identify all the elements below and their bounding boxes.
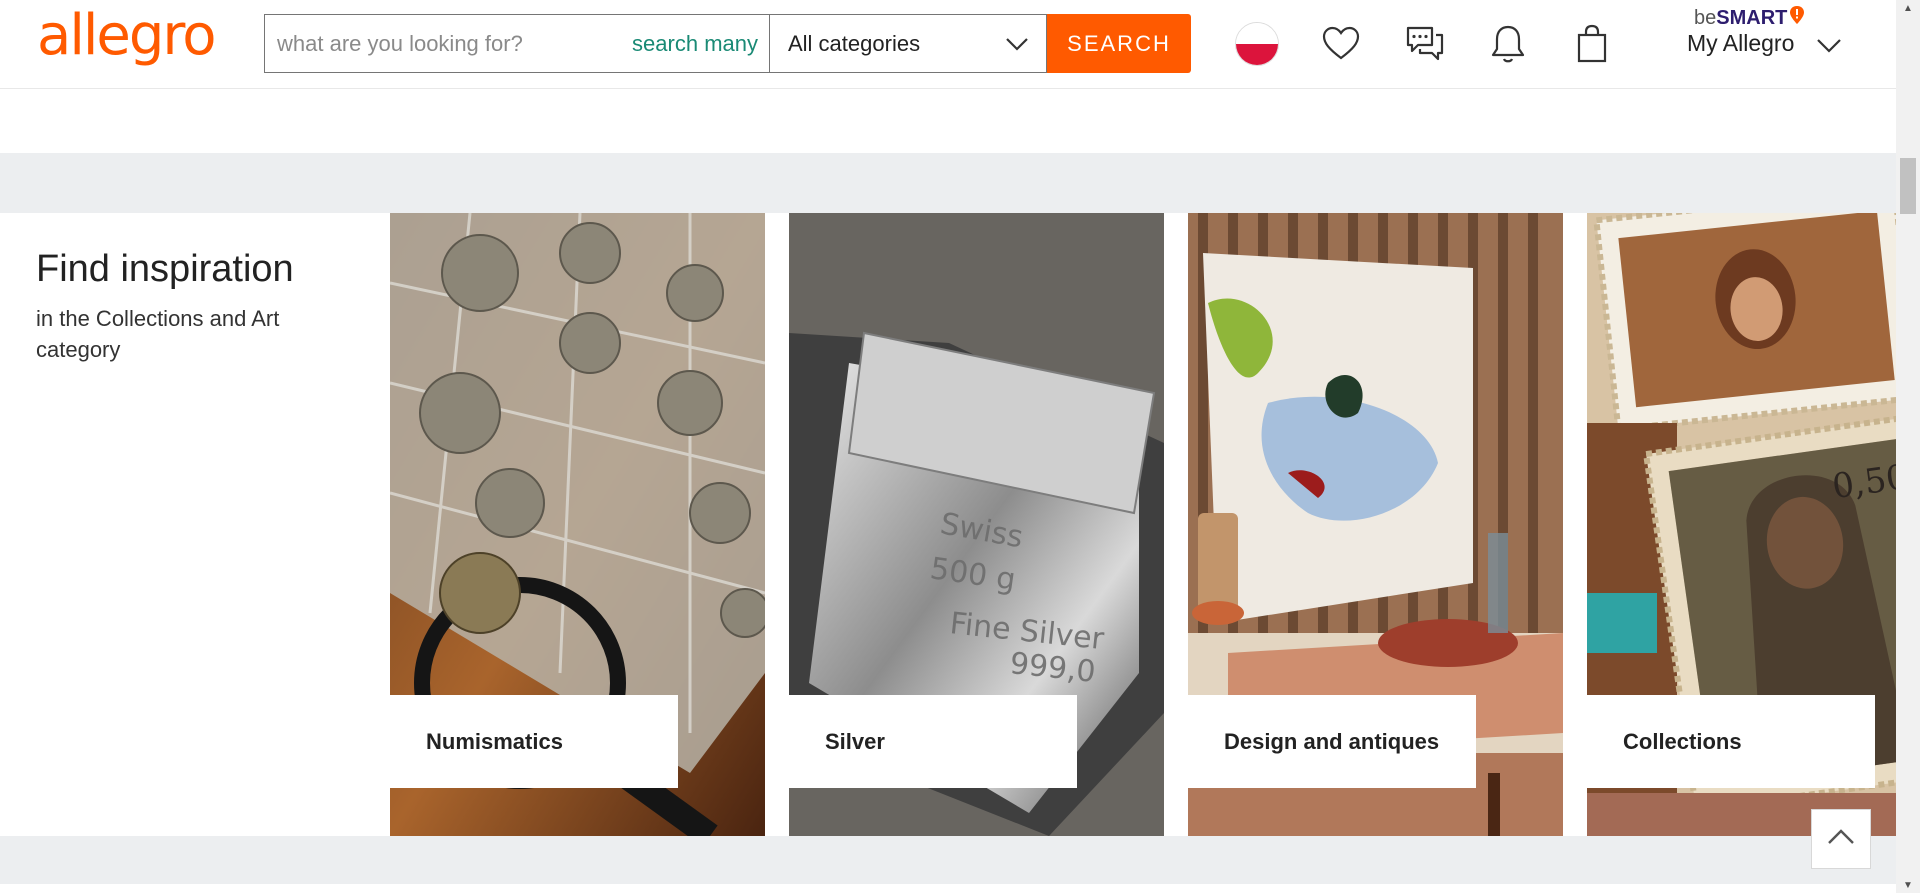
scrollbar-thumb[interactable]	[1900, 158, 1916, 214]
my-allegro-menu[interactable]: My Allegro	[1687, 30, 1794, 57]
search-button[interactable]: SEARCH	[1047, 14, 1191, 73]
search-input[interactable]	[265, 15, 633, 72]
category-tile-design-and-antiques[interactable]: Design and antiques	[1188, 213, 1563, 836]
chevron-down-icon[interactable]	[1815, 32, 1843, 63]
besmart-badge[interactable]: be SMART	[1694, 5, 1805, 31]
chevron-down-icon	[1004, 31, 1030, 63]
tile-label: Collections	[1587, 695, 1875, 788]
section-divider-top	[0, 153, 1896, 213]
tile-label: Design and antiques	[1188, 695, 1476, 788]
category-dropdown[interactable]: All categories	[769, 14, 1047, 73]
section-subtitle: in the Collections and Art category	[36, 306, 280, 362]
section-title: Find inspiration	[36, 248, 294, 290]
category-tile-collections[interactable]: 0,50 Collections	[1587, 213, 1896, 836]
search-bar: search many	[264, 14, 770, 73]
besmart-brand: SMART	[1716, 6, 1788, 29]
tile-label: Numismatics	[390, 695, 678, 788]
heart-icon[interactable]	[1317, 20, 1365, 68]
search-many-link[interactable]: search many	[632, 31, 770, 57]
top-header: allegro search many All categories SEARC…	[0, 0, 1896, 89]
category-selected-value: All categories	[788, 30, 921, 56]
messages-icon[interactable]	[1401, 20, 1449, 68]
category-tile-silver[interactable]: Swiss 500 g Fine Silver 999,0 Silver	[789, 213, 1164, 836]
scroll-up-arrow-icon[interactable]: ▲	[1896, 0, 1920, 16]
flag-poland-icon[interactable]	[1235, 22, 1279, 66]
shopping-bag-icon[interactable]	[1568, 20, 1616, 68]
tile-label: Silver	[789, 695, 1077, 788]
page-scrollbar[interactable]: ▲ ▼	[1896, 0, 1920, 893]
back-to-top-button[interactable]	[1811, 809, 1871, 869]
besmart-prefix: be	[1694, 6, 1717, 29]
chevron-up-icon	[1826, 827, 1856, 852]
bell-icon[interactable]	[1484, 20, 1532, 68]
category-tile-numismatics[interactable]: Numismatics	[390, 213, 765, 836]
allegro-logo[interactable]: allegro	[37, 8, 216, 64]
section-divider-bottom	[0, 836, 1896, 884]
besmart-pin-icon	[1789, 5, 1805, 31]
scroll-down-arrow-icon[interactable]: ▼	[1896, 877, 1920, 893]
